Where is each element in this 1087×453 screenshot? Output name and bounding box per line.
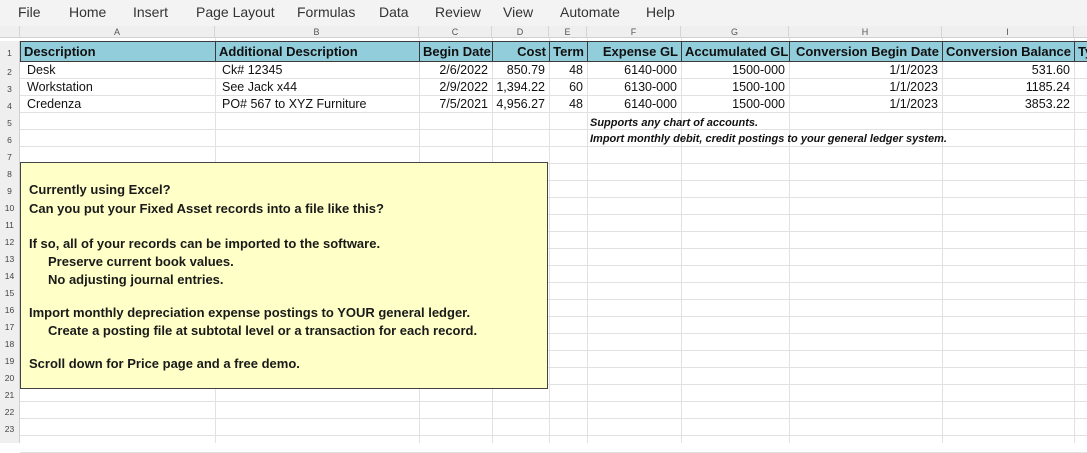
note-import-postings: Import monthly debit, credit postings to… [590,133,947,145]
menu-review[interactable]: Review [435,4,481,20]
row-header[interactable]: 24 [0,436,20,443]
header-expense-gl[interactable]: Expense GL [587,41,682,62]
row-header[interactable]: 14 [0,266,20,283]
header-conversion-balance[interactable]: Conversion Balance [942,41,1075,62]
table-cell[interactable]: Workstation [20,79,215,96]
row-header[interactable]: 20 [0,368,20,385]
table-cell[interactable]: 6140-000 [587,62,681,79]
row-header[interactable]: 4 [0,96,20,113]
table-cell[interactable]: 6140-000 [587,96,681,113]
header-description[interactable]: Description [20,41,216,62]
menu-help[interactable]: Help [646,4,675,20]
column-header-b[interactable]: B [215,26,419,38]
table-cell[interactable]: Credenza [20,96,215,113]
column-header-g[interactable]: G [681,26,789,38]
row-gridline [20,146,1087,147]
table-cell[interactable]: 531.60 [942,62,1074,79]
textbox-line: Currently using Excel? [29,182,171,197]
row-header[interactable]: 23 [0,419,20,436]
row-header[interactable]: 16 [0,300,20,317]
column-header-d[interactable]: D [492,26,549,38]
row-header[interactable]: 6 [0,130,20,147]
table-cell[interactable]: 1500-100 [681,79,789,96]
table-cell[interactable]: 1/1/2023 [789,96,942,113]
menu-file[interactable]: File [18,4,41,20]
table-cell[interactable]: 6130-000 [587,79,681,96]
menu-home[interactable]: Home [69,4,106,20]
menu-view[interactable]: View [503,4,533,20]
row-header[interactable]: 10 [0,198,20,215]
row-header[interactable]: 8 [0,164,20,181]
menu-bar: File Home Insert Page Layout Formulas Da… [0,0,1087,26]
select-all-corner[interactable] [0,26,20,38]
table-cell[interactable]: 850.79 [492,62,549,79]
table-cell[interactable]: 7/5/2021 [419,96,492,113]
row-header[interactable]: 5 [0,113,20,130]
table-cell[interactable]: 4,956.27 [492,96,549,113]
table-cell[interactable]: Ck# 12345 [215,62,419,79]
column-header-i[interactable]: I [942,26,1074,38]
menu-page-layout[interactable]: Page Layout [196,4,275,20]
table-cell[interactable]: 2/6/2022 [419,62,492,79]
row-header[interactable]: 21 [0,385,20,402]
row-gridline [20,418,1087,419]
table-cell[interactable]: PO# 567 to XYZ Furniture [215,96,419,113]
column-header-h[interactable]: H [789,26,942,38]
column-header-c[interactable]: C [419,26,492,38]
table-cell[interactable]: 1500-000 [681,96,789,113]
row-header[interactable]: 18 [0,334,20,351]
header-conversion-begin-date[interactable]: Conversion Begin Date [789,41,943,62]
table-cell[interactable]: 1/1/2023 [789,79,942,96]
row-gridline [20,129,1087,130]
header-accumulated-gl[interactable]: Accumulated GL [681,41,790,62]
column-header-a[interactable]: A [20,26,215,38]
table-cell[interactable]: 2/9/2022 [419,79,492,96]
table-cell[interactable]: 1/1/2023 [789,62,942,79]
header-begin-date[interactable]: Begin Date [419,41,493,62]
header-term[interactable]: Term [549,41,588,62]
row-header[interactable]: 7 [0,147,20,164]
row-header[interactable]: 22 [0,402,20,419]
info-textbox[interactable]: Currently using Excel? Can you put your … [20,162,548,389]
row-header[interactable]: 1 [0,41,20,62]
table-cell[interactable]: 60 [549,79,587,96]
table-cell[interactable]: 1,394.22 [492,79,549,96]
row-header[interactable]: 12 [0,232,20,249]
row-header[interactable]: 13 [0,249,20,266]
row-header[interactable]: 15 [0,283,20,300]
header-additional-description[interactable]: Additional Description [215,41,420,62]
menu-data[interactable]: Data [379,4,409,20]
column-gridline [1074,38,1075,443]
row-gridline [20,401,1087,402]
column-header-f[interactable]: F [587,26,681,38]
table-cell[interactable]: 48 [549,96,587,113]
row-header[interactable]: 17 [0,317,20,334]
table-cell[interactable]: 1500-000 [681,62,789,79]
table-cell[interactable]: Desk [20,62,215,79]
textbox-line: Can you put your Fixed Asset records int… [29,201,384,216]
textbox-line: No adjusting journal entries. [48,272,224,287]
table-cell[interactable]: 3853.22 [942,96,1074,113]
header-cost[interactable]: Cost [492,41,550,62]
textbox-line: Create a posting file at subtotal level … [48,323,478,338]
table-cell[interactable]: See Jack x44 [215,79,419,96]
menu-insert[interactable]: Insert [133,4,168,20]
row-header[interactable]: 19 [0,351,20,368]
textbox-line: If so, all of your records can be import… [29,236,381,251]
table-cell[interactable]: 1185.24 [942,79,1074,96]
row-header[interactable]: 3 [0,79,20,96]
row-gridline [20,435,1087,436]
textbox-line: Import monthly depreciation expense post… [29,305,471,320]
menu-formulas[interactable]: Formulas [297,4,355,20]
menu-automate[interactable]: Automate [560,4,620,20]
table-cell[interactable]: 48 [549,62,587,79]
column-header-e[interactable]: E [549,26,587,38]
textbox-line: Preserve current book values. [48,254,234,269]
row-header[interactable]: 11 [0,215,20,232]
header-type[interactable]: Ty [1074,41,1087,62]
row-header[interactable]: 9 [0,181,20,198]
textbox-line: Scroll down for Price page and a free de… [29,356,300,371]
row-header[interactable]: 2 [0,62,20,79]
note-chart-of-accounts: Supports any chart of accounts. [590,117,759,129]
